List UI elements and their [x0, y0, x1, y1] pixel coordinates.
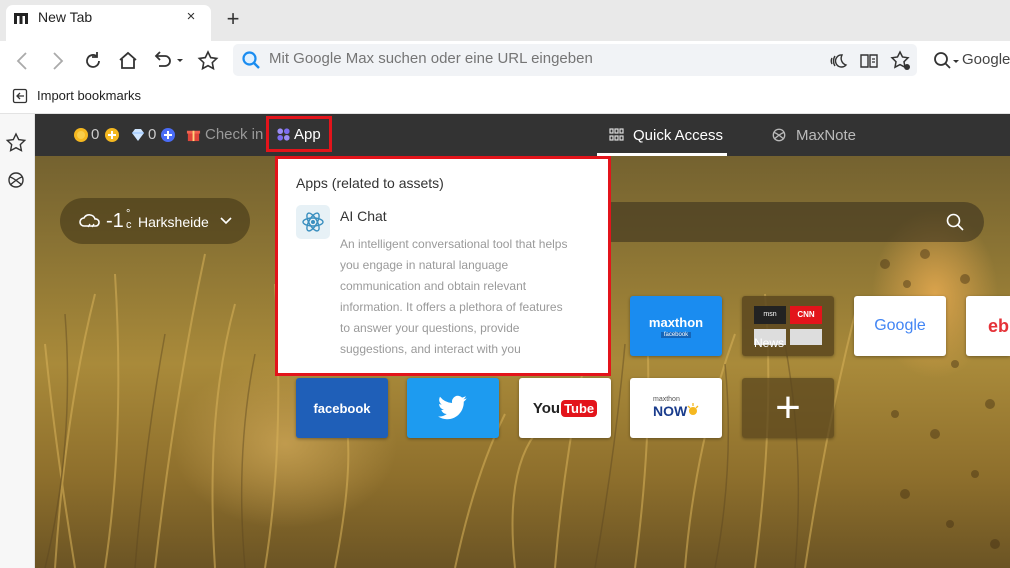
tile-google-label: Google	[874, 317, 926, 334]
content-search-icon[interactable]	[945, 212, 965, 232]
tile-maxthon-now[interactable]: maxthon NOW	[630, 378, 722, 438]
ai-chat-title[interactable]: AI Chat	[340, 208, 387, 224]
diamond-icon	[132, 129, 144, 141]
address-input[interactable]	[269, 50, 709, 67]
tile-ebay-label: eb	[988, 316, 1010, 336]
tab-title: New Tab	[38, 9, 93, 25]
tab-maxnote[interactable]: MaxNote	[796, 127, 856, 144]
tile-news-cnn: CNN	[790, 306, 822, 324]
maxnote-icon	[772, 128, 786, 142]
tile-maxthon-now-top: maxthon	[653, 396, 680, 403]
maxthon-logo-icon	[14, 13, 28, 24]
new-tab-button[interactable]: +	[222, 8, 244, 31]
check-in-button[interactable]: Check in	[205, 126, 263, 143]
gift-icon	[186, 130, 201, 142]
tile-maxthon[interactable]: maxthon facebook	[630, 296, 722, 356]
tile-news[interactable]: msn CNN News	[742, 296, 834, 356]
tile-youtube[interactable]: You Tube	[519, 378, 611, 438]
ai-chat-icon[interactable]	[296, 205, 330, 239]
weather-unit: c	[126, 219, 132, 231]
twitter-icon	[438, 395, 467, 420]
tile-add[interactable]: +	[742, 378, 834, 438]
grid-icon	[609, 128, 624, 141]
ai-chat-description-line: to answer your questions, provide	[340, 321, 520, 335]
ai-chat-description-line: information. It offers a plethora of fea…	[340, 300, 563, 314]
ai-chat-description-line: communication and obtain relevant	[340, 279, 527, 293]
tile-facebook-label: facebook	[313, 400, 371, 416]
add-coins-icon[interactable]	[104, 127, 120, 143]
sidebar-maxnote-icon[interactable]	[5, 169, 27, 191]
tile-maxthon-sublabel: facebook	[660, 331, 692, 338]
reader-icon[interactable]	[856, 48, 882, 74]
coin-icon	[74, 128, 88, 142]
ai-chat-description-line: An intelligent conversational tool that …	[340, 237, 568, 251]
home-icon[interactable]	[115, 48, 141, 74]
tile-news-label: News	[754, 336, 785, 350]
weather-location: Harksheide	[138, 214, 209, 230]
forward-icon[interactable]	[44, 48, 70, 74]
bookmarks-bar	[0, 81, 1010, 114]
tile-maxthon-label: maxthon	[648, 314, 704, 330]
right-search-label[interactable]: Google	[962, 51, 1010, 68]
tile-youtube-tube: Tube	[561, 399, 598, 417]
tile-facebook[interactable]: facebook	[296, 378, 388, 438]
add-diamonds-icon[interactable]	[160, 127, 176, 143]
ai-chat-description-line: suggestions, and interact with you	[340, 342, 521, 356]
app-button-highlight	[266, 116, 332, 152]
coin-count: 0	[91, 126, 100, 143]
chevron-down-icon[interactable]	[219, 216, 233, 226]
undo-icon[interactable]	[150, 48, 186, 74]
tile-news-msn: msn	[754, 306, 786, 324]
import-bookmarks-link[interactable]: Import bookmarks	[37, 88, 141, 103]
tab-close-icon[interactable]: ×	[180, 6, 202, 28]
quick-access-underline	[597, 153, 727, 156]
cloud-icon	[79, 214, 100, 228]
ai-chat-description: An intelligent conversational tool that …	[340, 234, 598, 360]
tile-twitter[interactable]	[407, 378, 499, 438]
reload-icon[interactable]	[80, 48, 106, 74]
add-tile-icon: +	[775, 383, 801, 432]
sidebar-star-icon[interactable]	[5, 132, 27, 154]
read-aloud-icon[interactable]	[826, 48, 852, 74]
tile-ebay[interactable]: eb	[966, 296, 1010, 356]
content-search-box[interactable]	[560, 202, 984, 242]
tile-maxthon-now-label: NOW	[653, 403, 688, 419]
favorite-icon[interactable]	[195, 48, 221, 74]
navigation-bar: Google	[0, 41, 1010, 81]
ai-chat-description-line: you engage in natural language	[340, 258, 509, 272]
tab-quick-access[interactable]: Quick Access	[633, 127, 723, 144]
sun-icon	[687, 403, 699, 415]
back-icon[interactable]	[10, 48, 36, 74]
weather-temperature: -1	[106, 210, 124, 232]
import-icon	[12, 88, 28, 104]
diamond-count: 0	[148, 126, 157, 143]
tile-google[interactable]: Google	[854, 296, 946, 356]
tile-youtube-you: You	[532, 399, 561, 417]
app-popup-heading: Apps (related to assets)	[296, 175, 444, 191]
new-tab-top-bar	[35, 114, 1010, 156]
favorites-settings-icon[interactable]	[888, 48, 914, 74]
search-icon	[241, 50, 261, 70]
tile-news-thumb-b	[790, 329, 822, 345]
